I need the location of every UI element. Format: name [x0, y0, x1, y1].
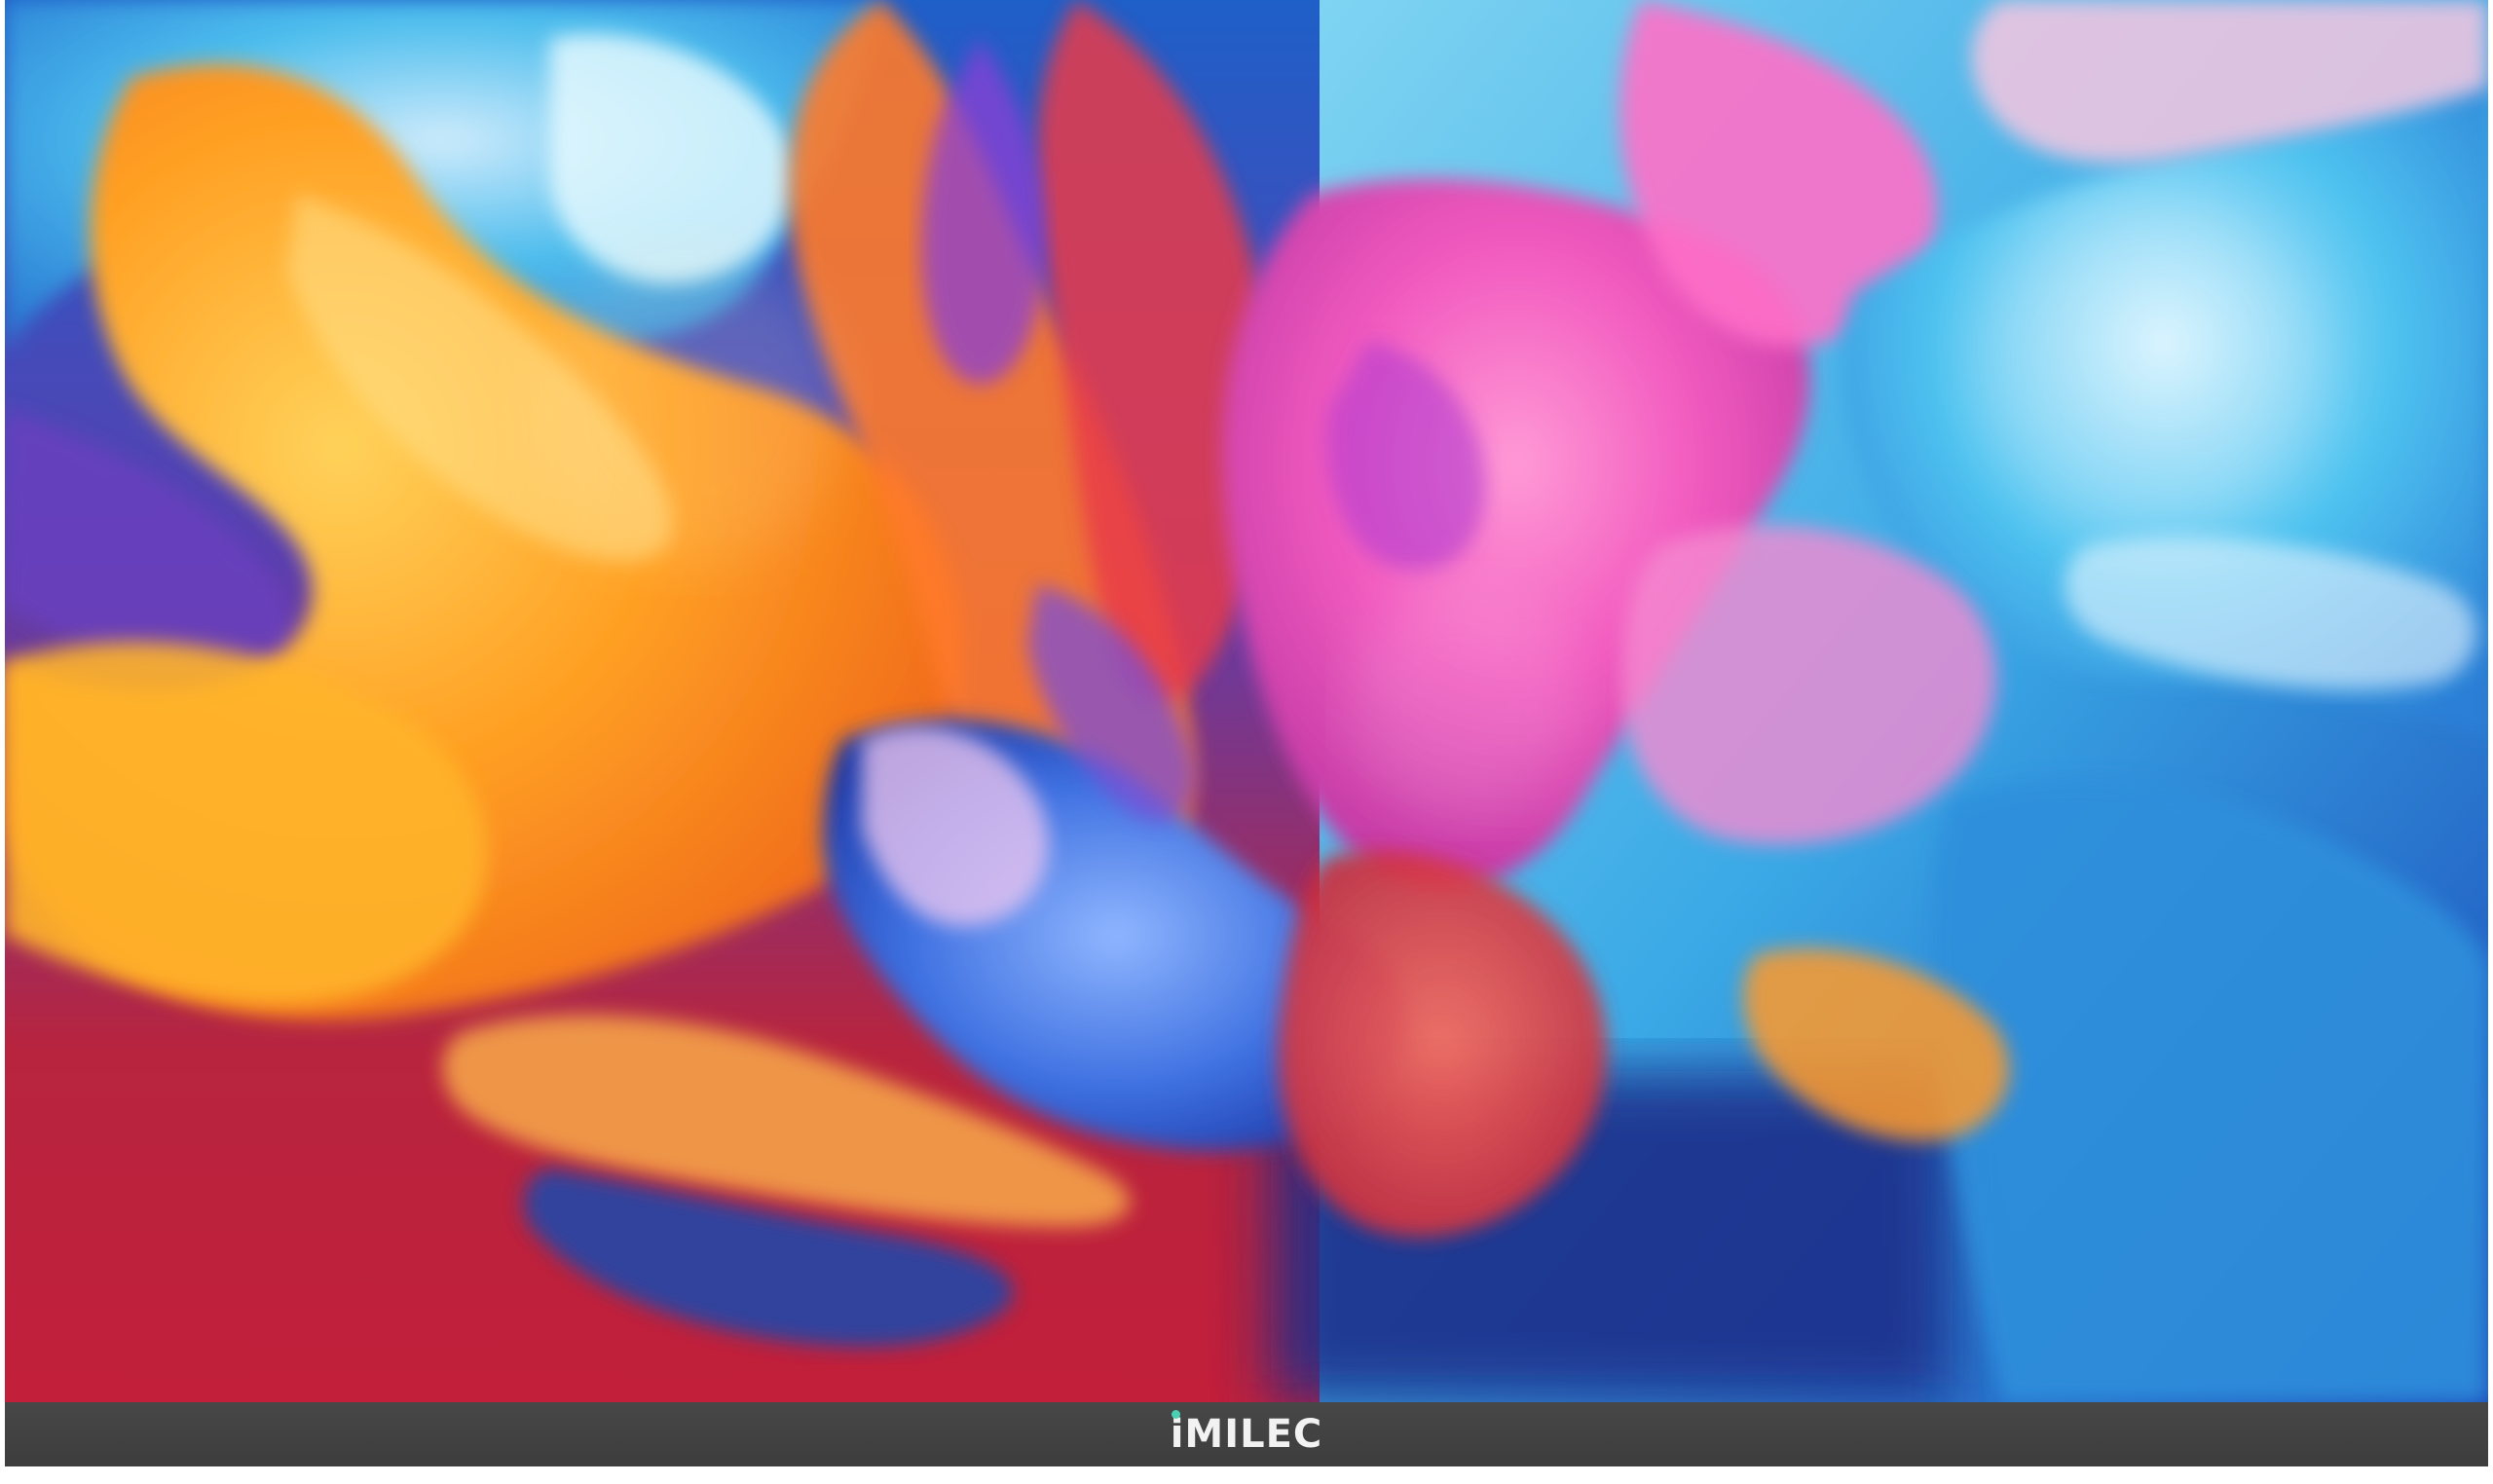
brand-logo-text: iMILEC — [1170, 1412, 1323, 1457]
logo-dot-icon — [1171, 1410, 1180, 1419]
wallpaper-image — [5, 0, 2488, 1402]
monitor-screen: iMILEC — [5, 0, 2488, 1470]
abstract-fluid-art — [5, 0, 2488, 1402]
brand-logo: iMILEC — [1170, 1410, 1323, 1457]
monitor-bezel: iMILEC — [5, 1402, 2488, 1466]
